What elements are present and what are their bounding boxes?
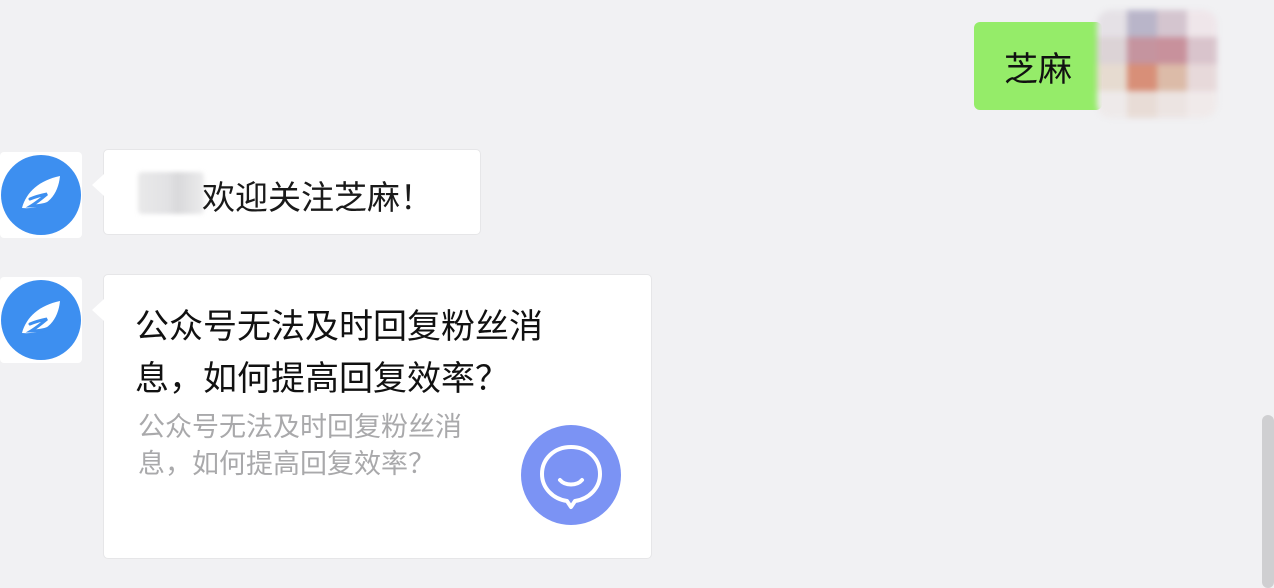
outgoing-message-text: 芝麻 [1004,49,1072,90]
welcome-message-text: 欢迎关注芝麻！ [202,178,433,217]
user-avatar[interactable] [1097,10,1217,118]
welcome-message-bubble[interactable]: 欢迎关注芝麻！ [92,149,481,235]
bot-avatar[interactable] [0,152,82,238]
article-card-title: 公众号无法及时回复粉丝消息，如何提高回复效率？ [135,307,543,399]
blue-leaf-logo-icon [1,155,81,235]
redacted-name [138,172,204,214]
article-card-description: 公众号无法及时回复粉丝消息，如何提高回复效率？ [138,412,462,480]
article-card[interactable]: 公众号无法及时回复粉丝消息，如何提高回复效率？ 公众号无法及时回复粉丝消息，如何… [92,274,652,559]
outgoing-message-bubble[interactable]: 芝麻 [974,22,1114,110]
scrollbar-thumb[interactable] [1262,415,1274,588]
blue-leaf-logo-icon [1,280,81,360]
chat-area: 芝麻 欢迎关注芝麻！ 公众号无法及时回复粉丝消息，如何提高回复效率？ 公众号无法… [0,0,1274,588]
chat-smile-bubble-icon [521,425,621,525]
bot-avatar[interactable] [0,277,82,363]
